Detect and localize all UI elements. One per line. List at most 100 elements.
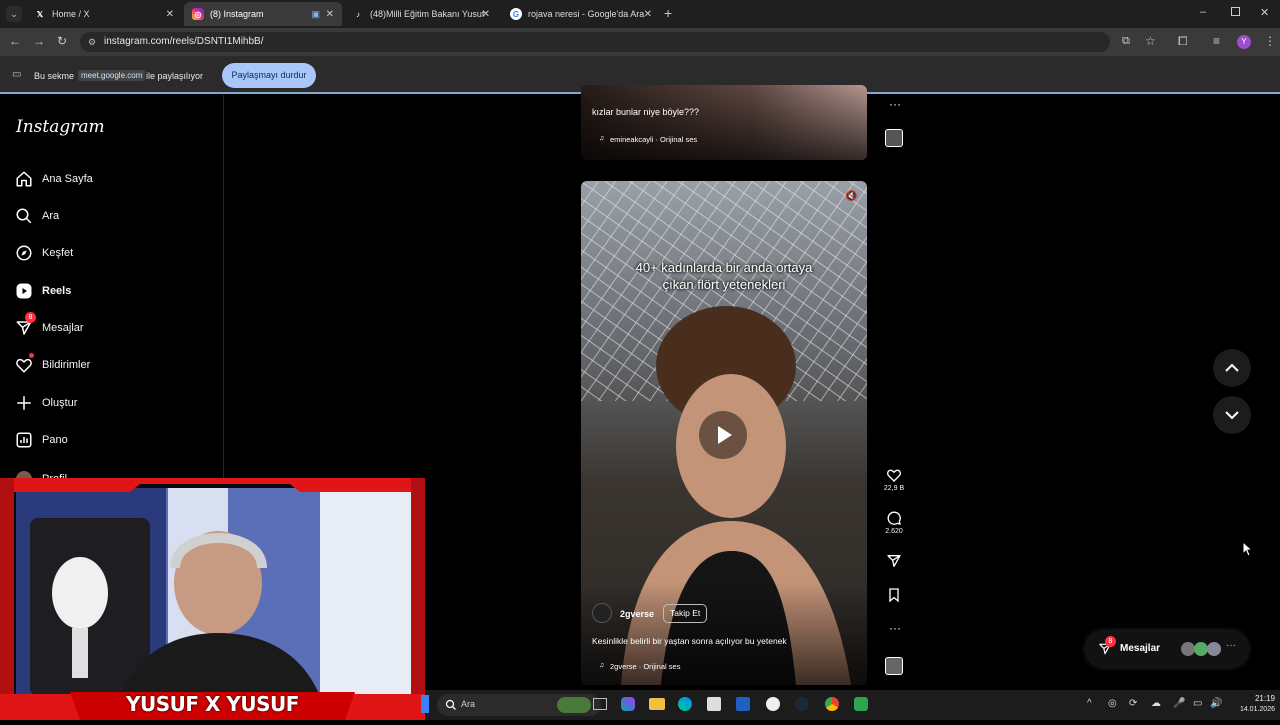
close-tab-icon[interactable]: ✕ xyxy=(644,9,652,20)
start-button-fragment[interactable] xyxy=(421,695,429,713)
address-input[interactable]: ⚙ instagram.com/reels/DSNTI1MihbB/ xyxy=(80,32,1110,52)
follow-button[interactable]: Takip Et xyxy=(663,604,708,623)
reel-caption: kızlar bunlar niye böyle??? xyxy=(592,107,700,117)
plus-icon xyxy=(14,393,34,413)
bookmark-star-icon[interactable]: ☆ xyxy=(1145,34,1156,48)
more-options-icon[interactable]: ··· xyxy=(889,621,901,635)
nav-home[interactable]: Ana Sayfa xyxy=(14,169,93,189)
close-tab-icon[interactable]: ✕ xyxy=(482,9,490,20)
app-green-icon[interactable] xyxy=(854,697,868,711)
store-icon[interactable] xyxy=(707,697,721,711)
play-icon xyxy=(718,426,732,444)
task-view-icon[interactable] xyxy=(593,698,607,710)
nav-dashboard[interactable]: Pano xyxy=(14,430,68,450)
nav-create[interactable]: Oluştur xyxy=(14,393,77,413)
tray-cloud-icon[interactable]: ☁ xyxy=(1151,698,1161,709)
file-explorer-icon[interactable] xyxy=(649,698,665,710)
profile-avatar-icon[interactable]: Y xyxy=(1237,35,1251,49)
forward-icon[interactable]: → xyxy=(33,34,45,48)
tiktok-icon: ♪ xyxy=(356,9,360,19)
notification-badge: 8 xyxy=(1105,636,1116,647)
nav-search[interactable]: Ara xyxy=(14,206,59,226)
reel-audio[interactable]: emineakcayli · Orijinal ses xyxy=(610,135,697,144)
chrome-icon[interactable] xyxy=(825,697,839,711)
edge-icon[interactable] xyxy=(678,697,692,711)
notification-badge: 8 xyxy=(25,312,36,323)
reel-audio[interactable]: 2gverse · Orijinal ses xyxy=(610,662,680,671)
mute-icon[interactable]: 🔇 xyxy=(845,191,857,202)
next-reel-button[interactable] xyxy=(1213,396,1251,434)
back-icon[interactable]: ← xyxy=(9,34,21,48)
comment-count: 2.620 xyxy=(885,528,903,535)
nav-label: Reels xyxy=(42,285,72,297)
install-app-icon[interactable]: ⧉ xyxy=(1122,35,1130,48)
nav-reels[interactable]: Reels xyxy=(14,281,71,301)
audio-thumbnail[interactable] xyxy=(885,129,903,147)
author-avatar[interactable] xyxy=(592,603,612,623)
play-button[interactable] xyxy=(699,411,747,459)
tab-title: Home / X xyxy=(52,9,90,19)
messages-pill[interactable]: 8 Mesajlar ··· xyxy=(1086,631,1248,667)
tray-app-icon[interactable]: ◎ xyxy=(1108,698,1117,709)
extensions-icon[interactable]: ⧠ xyxy=(1178,34,1188,49)
reel-overlay-text-1: 40+ kadınlarda bir anda ortaya xyxy=(635,260,813,275)
microphone-icon[interactable]: 🎤 xyxy=(1173,698,1185,709)
nav-label: Ana Sayfa xyxy=(42,173,93,185)
tab-search-chevron-icon[interactable]: ⌄ xyxy=(6,6,22,22)
contact-avatar xyxy=(1194,642,1208,656)
clock-time[interactable]: 21:19 xyxy=(1235,694,1275,703)
clock-date[interactable]: 14.01.2026 xyxy=(1235,706,1275,713)
tray-chevron-icon[interactable]: ^ xyxy=(1087,698,1092,709)
google-icon: G xyxy=(510,8,522,20)
stop-sharing-button[interactable]: Paylaşmayı durdur xyxy=(222,63,316,88)
nav-messages[interactable]: 8 Mesajlar xyxy=(14,312,84,338)
current-reel-video[interactable]: 🔇 40+ kadınlarda bir anda ortaya çıkan f… xyxy=(581,181,867,685)
share-screen-icon: ▭ xyxy=(12,69,22,80)
volume-icon[interactable]: 🔊 xyxy=(1210,698,1222,709)
app-icon[interactable] xyxy=(736,697,750,711)
more-options-icon[interactable]: ··· xyxy=(889,97,901,111)
search-icon xyxy=(445,699,456,710)
more-icon: ··· xyxy=(1226,640,1236,651)
taskbar-search[interactable]: Ara xyxy=(437,694,601,716)
site-info-icon[interactable]: ⚙ xyxy=(88,32,96,52)
save-action[interactable] xyxy=(879,587,909,605)
contact-avatar xyxy=(1181,642,1195,656)
new-tab-icon[interactable]: + xyxy=(664,5,672,21)
previous-reel-button[interactable] xyxy=(1213,349,1251,387)
like-count: 22,9 B xyxy=(883,485,905,492)
minimize-icon[interactable]: – xyxy=(1200,6,1206,18)
tab-instagram[interactable]: ◎ (8) Instagram ▣ ✕ xyxy=(184,2,342,26)
kebab-menu-icon[interactable]: ⋮ xyxy=(1264,34,1276,48)
screen-share-icon: ▣ xyxy=(311,8,320,19)
share-action[interactable] xyxy=(879,553,909,571)
tab-title: (48)Milli Eğitim Bakanı Yusuf Te xyxy=(370,9,484,19)
steam-icon[interactable] xyxy=(795,697,809,711)
media-control-icon[interactable]: ≡ xyxy=(1213,34,1220,48)
network-icon[interactable]: ▭ xyxy=(1193,698,1202,709)
tray-app-icon[interactable]: ⟳ xyxy=(1129,698,1137,709)
instagram-logo[interactable]: Instagram xyxy=(16,117,105,137)
close-tab-icon[interactable]: ✕ xyxy=(326,9,334,20)
nav-label: Oluştur xyxy=(42,397,78,409)
maximize-icon[interactable] xyxy=(1231,7,1240,16)
tab-home-x[interactable]: 𝕏 Home / X ✕ xyxy=(26,2,182,26)
tab-google[interactable]: G rojava neresi - Google'da Ara ✕ xyxy=(502,2,660,26)
nav-notifications[interactable]: Bildirimler xyxy=(14,353,90,375)
tab-tiktok[interactable]: ♪ (48)Milli Eğitim Bakanı Yusuf Te ✕ xyxy=(344,2,498,26)
like-action[interactable]: 22,9 B xyxy=(879,467,909,492)
close-window-icon[interactable]: ✕ xyxy=(1260,6,1269,19)
comment-icon xyxy=(887,511,901,525)
yandex-icon[interactable] xyxy=(766,697,780,711)
author-username[interactable]: 2gverse xyxy=(620,609,654,619)
nav-explore[interactable]: Keşfet xyxy=(14,243,73,263)
audio-thumbnail[interactable] xyxy=(885,657,903,675)
comment-action[interactable]: 2.620 xyxy=(879,510,909,535)
messenger-icon: 8 xyxy=(14,312,36,338)
copilot-icon[interactable] xyxy=(621,697,635,711)
instagram-icon: ◎ xyxy=(192,8,204,20)
reload-icon[interactable]: ↻ xyxy=(57,34,67,48)
previous-reel[interactable]: kızlar bunlar niye böyle??? ♫ emineakcay… xyxy=(581,85,867,160)
close-tab-icon[interactable]: ✕ xyxy=(166,9,174,20)
reels-icon xyxy=(14,281,34,301)
